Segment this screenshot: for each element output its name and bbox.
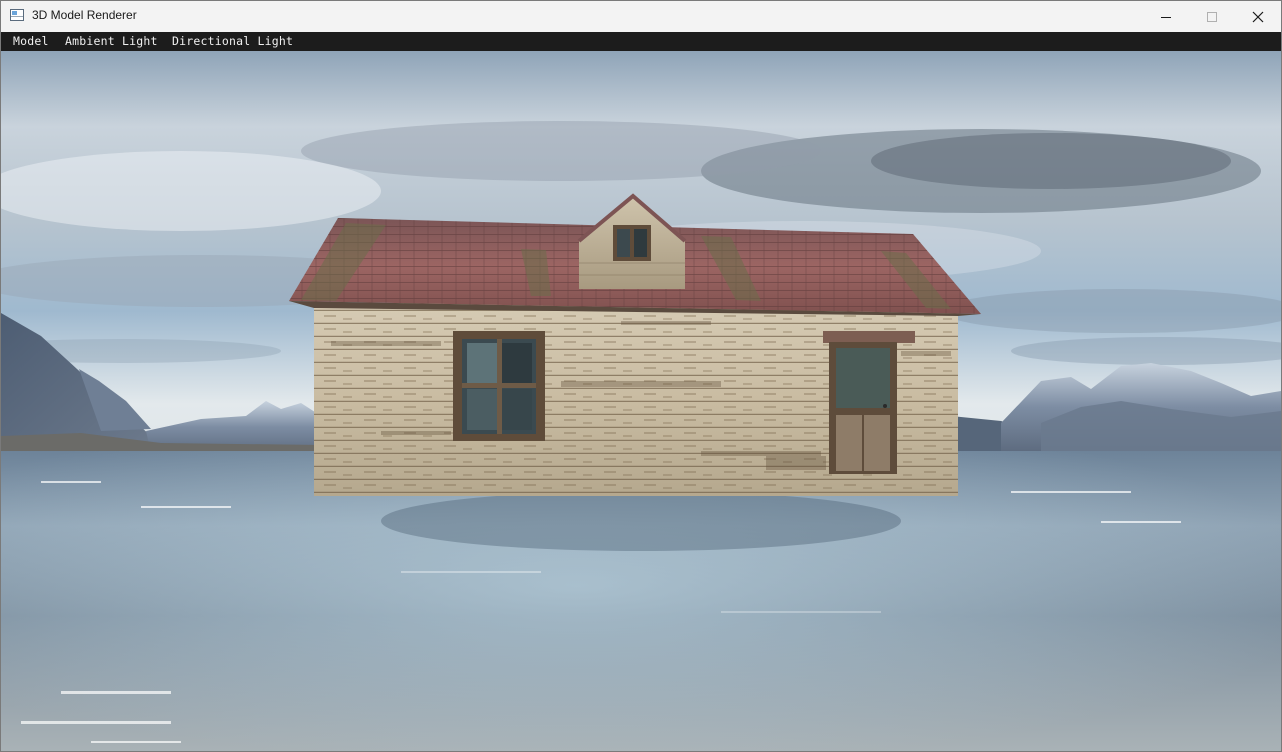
close-icon	[1252, 11, 1264, 22]
minimize-button[interactable]	[1143, 1, 1189, 32]
menu-ambient-light[interactable]: Ambient Light	[65, 34, 158, 49]
menu-model[interactable]: Model	[13, 34, 49, 49]
app-window-icon	[10, 9, 24, 21]
maximize-button[interactable]	[1189, 1, 1235, 32]
house-reflection	[381, 491, 901, 551]
menu-bar: Model Ambient Light Directional Light	[1, 32, 1281, 51]
close-button[interactable]	[1235, 1, 1281, 32]
window-title: 3D Model Renderer	[32, 8, 137, 22]
render-viewport[interactable]	[1, 51, 1281, 751]
house-window	[453, 331, 545, 441]
maximize-icon	[1207, 11, 1217, 22]
menu-directional-light[interactable]: Directional Light	[172, 34, 293, 49]
minimize-icon	[1161, 16, 1171, 18]
title-bar[interactable]: 3D Model Renderer	[1, 1, 1281, 32]
app-window: 3D Model Renderer Model Ambient Light Di…	[0, 0, 1282, 752]
house-model	[289, 193, 981, 496]
scene-canvas	[1, 51, 1281, 751]
